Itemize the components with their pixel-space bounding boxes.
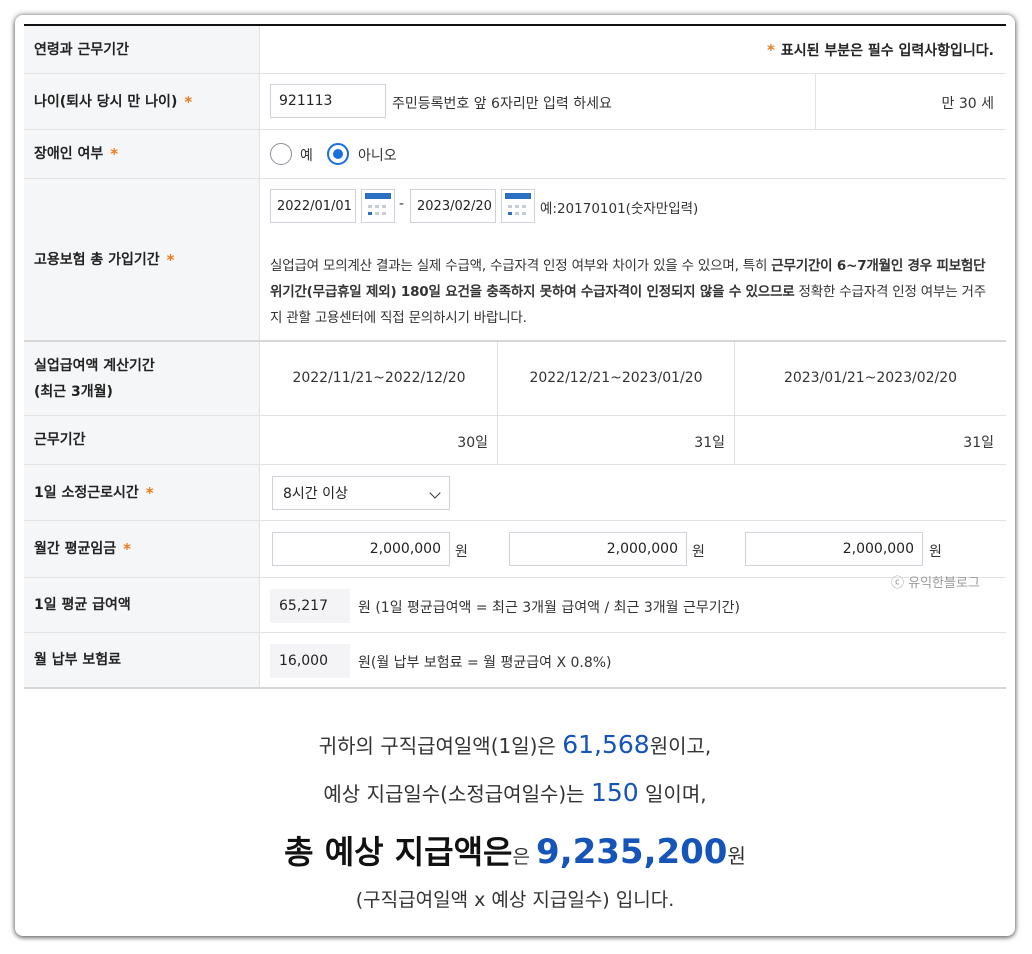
- total-label: 총 예상 지급액은: [284, 833, 513, 871]
- daily-hours-label: 1일 소정근로시간 *: [24, 465, 260, 520]
- required-star-icon: *: [123, 540, 132, 558]
- radio-no-label[interactable]: 아니오: [358, 145, 397, 165]
- date-hint: 예:20170101(숫자만입력): [540, 201, 699, 217]
- col-divider: [734, 416, 735, 464]
- daily-hours-label-text: 1일 소정근로시간: [34, 484, 139, 501]
- daily-hours-selected: 8시간 이상: [283, 486, 348, 502]
- daily-benefit-result: 61,568: [562, 730, 650, 759]
- work-days-2: 31일: [694, 435, 725, 451]
- result-line1-prefix: 귀하의 구직급여일액(1일)은: [318, 734, 563, 758]
- insurance-period-label-text: 고용보험 총 가입기간: [34, 251, 160, 268]
- age-divider: [815, 74, 816, 129]
- calc-period-row: 실업급여액 계산기간 (최근 3개월) 2022/11/21~2022/12/2…: [24, 342, 1006, 416]
- chevron-down-icon: [429, 487, 441, 499]
- total-label-small: 은: [512, 846, 537, 868]
- daily-benefit-value: 65,217: [270, 589, 350, 623]
- daily-benefit-note: 원 (1일 평균급여액 = 최근 3개월 급여액 / 최근 3개월 근무기간): [358, 600, 740, 616]
- notice-text: 실업급여 모의계산 결과는 실제 수급액, 수급자격 인정 여부와 차이가 있을…: [270, 258, 772, 274]
- unit-won: 원: [692, 544, 705, 560]
- monthly-wage-input-1[interactable]: 2,000,000: [272, 532, 450, 566]
- monthly-premium-row: 월 납부 보험료 16,000 원(월 납부 보험료 = 월 평균급여 X 0.…: [24, 633, 1006, 689]
- calc-period-label-line2: (최근 3개월): [34, 383, 113, 400]
- monthly-premium-label: 월 납부 보험료: [24, 633, 260, 687]
- monthly-wage-row: 월간 평균임금 * 2,000,000 원 2,000,000 원 2,000,0…: [24, 521, 1006, 578]
- age-hint: 주민등록번호 앞 6자리만 입력 하세요: [392, 96, 612, 112]
- period-2: 2022/12/21~2023/01/20: [529, 370, 703, 386]
- result-line2-suffix: 일이며,: [638, 782, 707, 806]
- result-line2-prefix: 예상 지급일수(소정급여일수)는: [323, 782, 591, 806]
- work-days-1: 30일: [457, 435, 488, 451]
- required-star-icon: *: [166, 250, 175, 269]
- disability-label: 장애인 여부 *: [24, 130, 260, 178]
- calculator-panel: 연령과 근무기간 * 표시된 부분은 필수 입력사항입니다. 나이(퇴사 당시 만…: [15, 15, 1015, 936]
- header-title: 연령과 근무기간: [24, 26, 260, 73]
- monthly-wage-label: 월간 평균임금 *: [24, 521, 260, 577]
- radio-no[interactable]: [327, 143, 349, 165]
- calc-period-label-line1: 실업급여액 계산기간: [34, 357, 155, 374]
- total-amount: 9,235,200: [536, 832, 728, 872]
- result-line1-suffix: 원이고,: [649, 734, 712, 758]
- required-star-icon: *: [145, 483, 154, 502]
- period-3: 2023/01/21~2023/02/20: [783, 370, 958, 386]
- daily-benefit-row: 1일 평균 급여액 65,217 원 (1일 평균급여액 = 최근 3개월 급여…: [24, 578, 1006, 633]
- age-result: 만 30 세: [941, 96, 994, 112]
- age-label: 나이(퇴사 당시 만 나이) *: [24, 74, 260, 129]
- insurance-period-row: 고용보험 총 가입기간 * 2022/01/01 - 2023/02/20 예:2…: [24, 179, 1006, 342]
- monthly-premium-note: 원(월 납부 보험료 = 월 평균급여 X 0.8%): [358, 655, 612, 671]
- result-line-4: (구직급여일액 x 예상 지급일수) 입니다.: [355, 889, 675, 911]
- disability-row: 장애인 여부 * 예 아니오: [24, 130, 1006, 179]
- radio-yes-label[interactable]: 예: [300, 145, 313, 165]
- date-separator: -: [399, 196, 405, 212]
- required-star-icon: *: [184, 92, 193, 111]
- payment-days-result: 150: [590, 778, 639, 807]
- result-line-2: 예상 지급일수(소정급여일수)는 150 일이며,: [15, 778, 1015, 807]
- work-days-label-text: 근무기간: [34, 432, 86, 448]
- required-star-icon: *: [110, 145, 119, 163]
- monthly-premium-value: 16,000: [270, 644, 350, 678]
- daily-hours-row: 1일 소정근로시간 * 8시간 이상: [24, 465, 1006, 521]
- monthly-wage-label-text: 월간 평균임금: [34, 541, 117, 557]
- unit-won: 원: [455, 544, 468, 560]
- header-title-text: 연령과 근무기간: [34, 41, 130, 58]
- monthly-premium-label-text: 월 납부 보험료: [34, 652, 122, 668]
- unit-won: 원: [929, 544, 942, 560]
- insurance-period-label: 고용보험 총 가입기간 *: [24, 179, 260, 340]
- work-days-row: 근무기간 30일 31일 31일: [24, 416, 1006, 465]
- calendar-icon[interactable]: [361, 189, 395, 223]
- monthly-wage-input-2[interactable]: 2,000,000: [509, 532, 687, 566]
- col-divider: [497, 416, 498, 464]
- disability-label-text: 장애인 여부: [34, 146, 104, 162]
- result-line-3: 총 예상 지급액은은 9,235,200원: [15, 827, 1015, 873]
- calendar-icon[interactable]: [501, 189, 535, 223]
- required-note: * 표시된 부분은 필수 입력사항입니다.: [760, 40, 994, 60]
- period-1: 2022/11/21~2022/12/20: [292, 370, 466, 386]
- result-line-1: 귀하의 구직급여일액(1일)은 61,568원이고,: [15, 730, 1015, 759]
- required-star-icon: *: [767, 41, 775, 59]
- work-days-label: 근무기간: [24, 416, 260, 464]
- insurance-notice: 실업급여 모의계산 결과는 실제 수급액, 수급자격 인정 여부와 차이가 있을…: [270, 253, 996, 331]
- age-label-text: 나이(퇴사 당시 만 나이): [34, 93, 178, 110]
- daily-benefit-label: 1일 평균 급여액: [24, 578, 260, 632]
- daily-hours-select[interactable]: 8시간 이상: [272, 476, 450, 510]
- radio-yes[interactable]: [270, 143, 292, 165]
- start-date-input[interactable]: 2022/01/01: [270, 189, 356, 223]
- work-days-3: 31일: [963, 435, 994, 451]
- header-row: 연령과 근무기간 * 표시된 부분은 필수 입력사항입니다.: [24, 26, 1006, 74]
- age-input[interactable]: 921113: [270, 84, 386, 118]
- end-date-input[interactable]: 2023/02/20: [410, 189, 496, 223]
- daily-benefit-label-text: 1일 평균 급여액: [34, 597, 131, 613]
- monthly-wage-input-3[interactable]: 2,000,000: [745, 532, 923, 566]
- calc-period-label: 실업급여액 계산기간 (최근 3개월): [24, 342, 260, 415]
- age-row: 나이(퇴사 당시 만 나이) * 921113 주민등록번호 앞 6자리만 입력 …: [24, 74, 1006, 130]
- required-note-text: 표시된 부분은 필수 입력사항입니다.: [780, 43, 994, 59]
- total-unit: 원: [727, 844, 746, 868]
